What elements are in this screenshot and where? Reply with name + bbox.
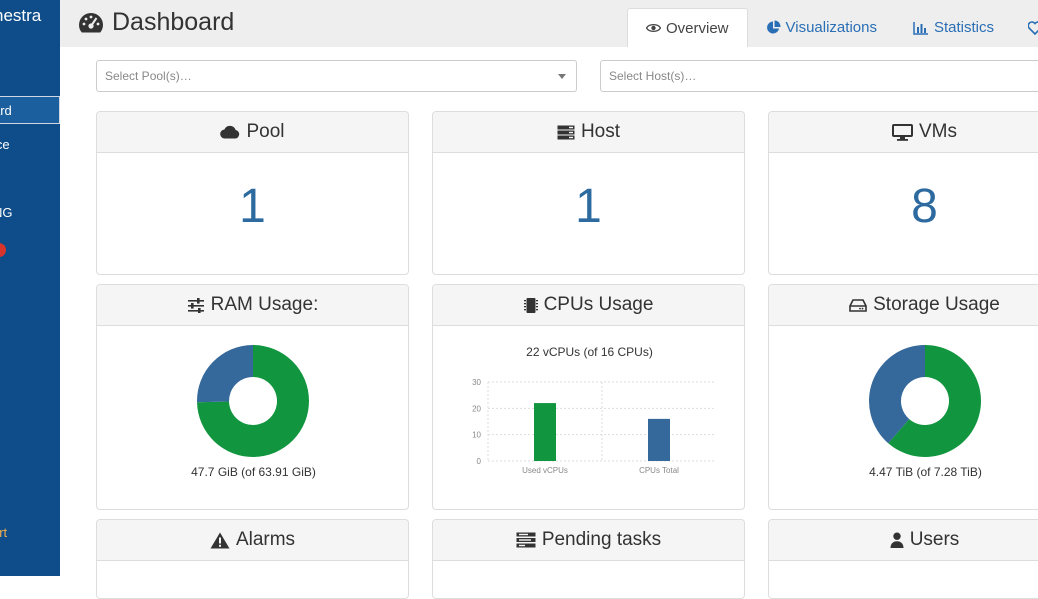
card-header: Storage Usage bbox=[769, 285, 1038, 326]
card-title: VMs bbox=[919, 121, 957, 142]
card-header: Pending tasks bbox=[433, 520, 744, 561]
vms-count[interactable]: 8 bbox=[769, 179, 1038, 234]
tab-visualizations[interactable]: Visualizations bbox=[748, 8, 895, 47]
server-icon bbox=[557, 125, 575, 139]
ram-free-slice[interactable] bbox=[197, 345, 253, 403]
heartbeat-icon bbox=[1027, 20, 1038, 35]
chip-icon bbox=[523, 297, 538, 313]
tab-health[interactable] bbox=[1012, 8, 1038, 47]
bar-cpus-total[interactable] bbox=[648, 418, 670, 461]
sidebar-item-ng[interactable]: NG bbox=[0, 199, 60, 227]
pool-select-placeholder: Select Pool(s)… bbox=[105, 69, 192, 83]
pie-chart-icon bbox=[766, 20, 781, 34]
pool-card: Pool 1 bbox=[96, 111, 409, 275]
y-tick-label: 0 bbox=[477, 457, 482, 466]
y-tick-label: 10 bbox=[472, 431, 481, 440]
tab-label: Statistics bbox=[933, 19, 994, 36]
warning-icon bbox=[210, 532, 230, 548]
card-header: Host bbox=[433, 112, 744, 153]
tab-bar: Overview Visualizations Statistics bbox=[627, 8, 1038, 47]
card-title: Pending tasks bbox=[541, 529, 662, 550]
sliders-icon bbox=[187, 297, 204, 313]
tab-label: Visualizations bbox=[785, 19, 877, 36]
brand-logo[interactable]: nestra bbox=[0, 6, 41, 26]
card-header: CPUs Usage bbox=[433, 285, 744, 326]
cloud-icon bbox=[220, 125, 240, 139]
card-title: CPUs Usage bbox=[543, 294, 654, 315]
alarms-card: Alarms bbox=[96, 519, 409, 599]
card-title: Alarms bbox=[235, 529, 296, 550]
sidebar-support-link[interactable]: ort bbox=[0, 525, 7, 540]
sidebar-item-label: NG bbox=[0, 205, 13, 220]
sidebar: nestra ard ice NG ort bbox=[0, 0, 60, 576]
user-icon bbox=[890, 532, 904, 548]
bar-chart-icon bbox=[913, 21, 928, 35]
ram-usage-caption: 47.7 GiB (of 63.91 GiB) bbox=[191, 465, 316, 479]
cpu-usage-caption: 22 vCPUs (of 16 CPUs) bbox=[526, 345, 653, 359]
cpu-usage-card: CPUs Usage 22 vCPUs (of 16 CPUs) 0 10 20 30… bbox=[432, 284, 745, 510]
tab-statistics[interactable]: Statistics bbox=[895, 8, 1012, 47]
card-header: Users bbox=[769, 520, 1038, 561]
card-title: Storage Usage bbox=[873, 294, 1000, 315]
sidebar-item-service[interactable]: ice bbox=[0, 131, 60, 159]
storage-usage-caption: 4.47 TiB (of 7.28 TiB) bbox=[869, 465, 982, 479]
host-select[interactable]: Select Host(s)… bbox=[600, 60, 1038, 92]
bar-used-vcpus[interactable] bbox=[534, 403, 556, 461]
x-tick-label: Used vCPUs bbox=[522, 466, 568, 475]
cpu-bar-chart[interactable]: 0 10 20 30 Used vCPUs CPUs Total bbox=[433, 373, 745, 483]
host-count[interactable]: 1 bbox=[433, 179, 744, 234]
y-tick-label: 20 bbox=[472, 404, 481, 413]
card-title: Pool bbox=[246, 121, 285, 142]
card-title: Users bbox=[909, 529, 960, 550]
sidebar-item-label: ice bbox=[0, 137, 10, 152]
storage-usage-card: Storage Usage 4.47 TiB (of 7.28 TiB) bbox=[768, 284, 1038, 510]
pending-tasks-card: Pending tasks bbox=[432, 519, 745, 599]
hdd-icon bbox=[849, 298, 867, 312]
card-header: Alarms bbox=[97, 520, 408, 561]
tasks-icon bbox=[516, 532, 536, 548]
dashboard-gauge-icon bbox=[79, 12, 103, 32]
desktop-icon bbox=[892, 123, 913, 141]
y-tick-label: 30 bbox=[472, 378, 481, 387]
notification-badge bbox=[0, 243, 6, 257]
card-title: Host bbox=[580, 121, 621, 142]
pool-count[interactable]: 1 bbox=[97, 179, 408, 234]
card-header: VMs bbox=[769, 112, 1038, 153]
tab-overview[interactable]: Overview bbox=[627, 8, 748, 47]
sidebar-item-dashboard[interactable]: ard bbox=[0, 96, 60, 124]
storage-donut-chart[interactable] bbox=[769, 337, 1038, 477]
sidebar-item-label: ard bbox=[0, 103, 12, 118]
pool-select[interactable]: Select Pool(s)… bbox=[96, 60, 577, 92]
host-select-placeholder: Select Host(s)… bbox=[609, 69, 697, 83]
host-card: Host 1 bbox=[432, 111, 745, 275]
page-title: Dashboard bbox=[78, 8, 234, 37]
vms-card: VMs 8 bbox=[768, 111, 1038, 275]
users-card: Users bbox=[768, 519, 1038, 599]
chevron-down-icon[interactable] bbox=[558, 74, 566, 79]
ram-usage-card: RAM Usage: 47.7 GiB (of 63.91 GiB) bbox=[96, 284, 409, 510]
card-title: RAM Usage: bbox=[210, 294, 319, 315]
ram-donut-chart[interactable] bbox=[97, 337, 409, 477]
x-tick-label: CPUs Total bbox=[639, 466, 679, 475]
card-header: RAM Usage: bbox=[97, 285, 408, 326]
page-title-text: Dashboard bbox=[112, 8, 235, 36]
card-header: Pool bbox=[97, 112, 408, 153]
tab-label: Overview bbox=[666, 19, 729, 37]
eye-icon bbox=[646, 23, 661, 33]
header: Dashboard Overview Visualizations Statis… bbox=[60, 0, 1038, 47]
